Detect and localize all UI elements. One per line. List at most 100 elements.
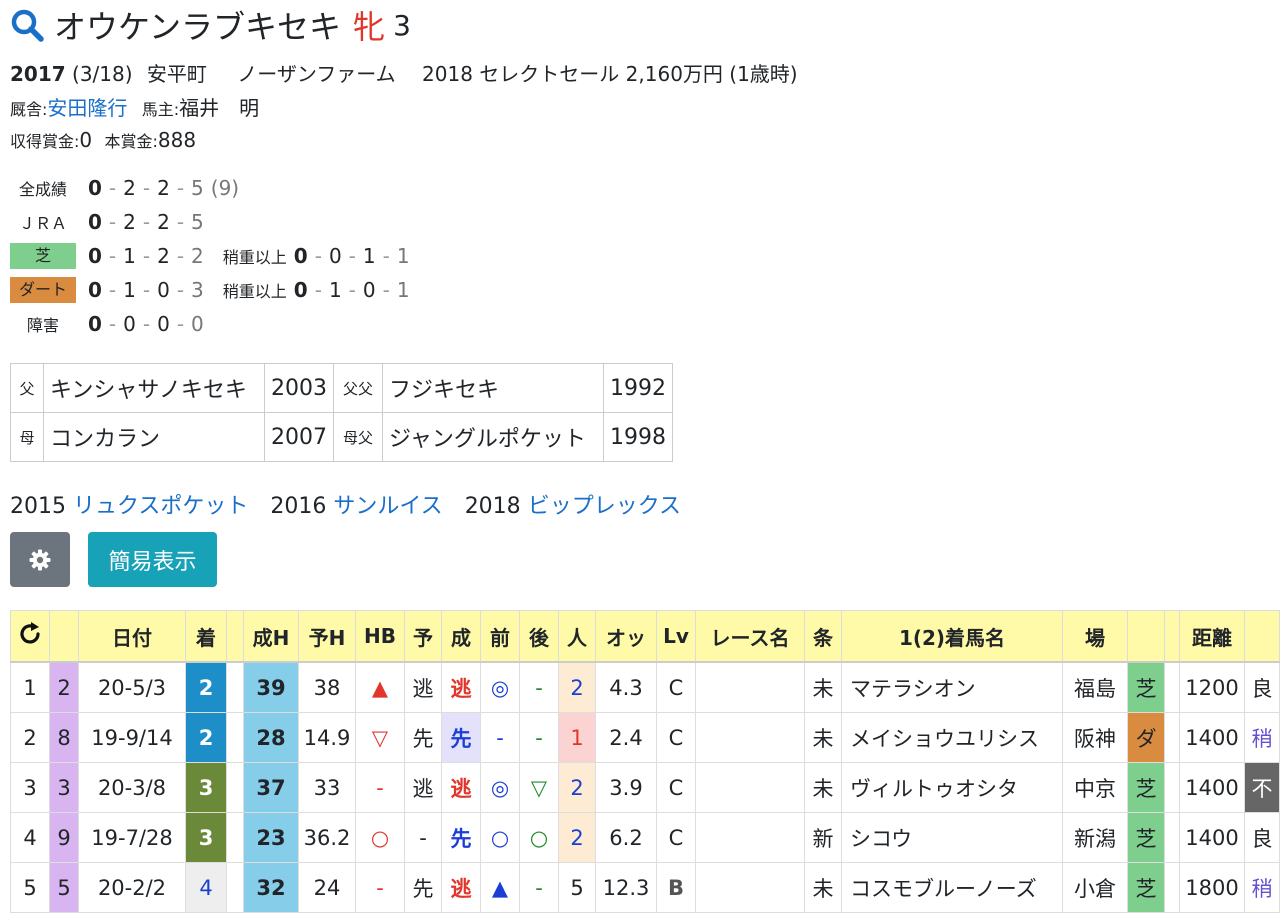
winner-name[interactable]: コスモブルーノーズ xyxy=(841,862,1063,913)
mae-mark: ◎ xyxy=(480,762,520,813)
table-row[interactable]: 3 3 20-3/8 3 37 33 - 逃 逃 ◎ ▽ 2 3.9 C 未 ヴ… xyxy=(10,762,1280,813)
race-name[interactable] xyxy=(695,762,805,813)
sibling-year: 2015 xyxy=(10,494,66,519)
row-number: 5 xyxy=(10,862,50,913)
col-going[interactable] xyxy=(1244,610,1280,663)
finish-position: 2 xyxy=(185,661,227,713)
prize-label: 本賞金: xyxy=(104,132,158,151)
level: C xyxy=(656,762,696,813)
gate-number: 8 xyxy=(49,712,79,763)
settings-button[interactable] xyxy=(10,532,70,587)
table-row[interactable]: 1 2 20-5/3 2 39 38 ▲ 逃 逃 ◎ - 2 4.3 C 未 マ… xyxy=(10,661,1280,713)
blank-cell xyxy=(1164,862,1180,913)
row-number: 4 xyxy=(10,812,50,863)
horse-name: オウケンラブキセキ xyxy=(54,8,342,46)
table-row[interactable]: 2 8 19-9/14 2 28 14.9 ▽ 先 先 - - 1 2.4 C … xyxy=(10,712,1280,763)
table-row[interactable]: 5 5 20-2/2 4 32 24 - 先 逃 ▲ - 5 12.3 B 未 … xyxy=(10,862,1280,913)
race-name[interactable] xyxy=(695,661,805,713)
trainer-link[interactable]: 安田隆行 xyxy=(47,96,127,120)
mae-mark: ▲ xyxy=(480,862,520,913)
pedigree-row-dam: 母 コンカラン 2007 母父 ジャングルポケット 1998 xyxy=(10,412,673,462)
sibling-link[interactable]: リュクスポケット xyxy=(73,494,248,519)
col-odds[interactable]: オッ xyxy=(595,610,657,663)
sibling-link[interactable]: サンルイス xyxy=(333,494,442,519)
gate-number: 2 xyxy=(49,661,79,713)
blank-cell xyxy=(1164,762,1180,813)
record-first: 0 xyxy=(88,312,102,336)
gear-icon xyxy=(29,549,51,570)
odds: 6.2 xyxy=(595,812,657,863)
col-seiH[interactable]: 成H xyxy=(243,610,299,663)
yo-h: 14.9 xyxy=(298,712,356,763)
race-date[interactable]: 20-2/2 xyxy=(78,862,186,913)
col-hb[interactable]: HB xyxy=(355,610,405,663)
sep: - xyxy=(142,278,151,302)
col-yo[interactable]: 予 xyxy=(404,610,442,663)
birth-year: 2017 xyxy=(10,62,66,86)
blank-cell xyxy=(1164,661,1180,713)
col-pop[interactable]: 人 xyxy=(558,610,596,663)
refresh-icon[interactable] xyxy=(17,621,43,647)
search-icon[interactable] xyxy=(10,8,44,42)
col-race[interactable]: レース名 xyxy=(695,610,805,663)
winner-name[interactable]: メイショウユリシス xyxy=(841,712,1063,763)
race-name[interactable] xyxy=(695,812,805,863)
race-name[interactable] xyxy=(695,712,805,763)
race-date[interactable]: 19-7/28 xyxy=(78,812,186,863)
owner-name: 福井 明 xyxy=(179,96,260,120)
horse-sex: 牝 xyxy=(353,8,386,46)
table-row[interactable]: 4 9 19-7/28 3 23 36.2 ○ - 先 ○ ○ 2 6.2 C … xyxy=(10,812,1280,863)
popularity: 2 xyxy=(558,762,596,813)
col-gate[interactable] xyxy=(49,610,79,663)
col-finish[interactable]: 着 xyxy=(185,610,227,663)
row-number: 1 xyxy=(10,661,50,713)
col-place[interactable]: 場 xyxy=(1062,610,1128,663)
record-second: 0 xyxy=(123,312,136,336)
record-sub-label: 稍重以上 xyxy=(222,248,287,267)
sei-style: 先 xyxy=(441,712,481,763)
race-date[interactable]: 20-3/8 xyxy=(78,762,186,813)
odds: 12.3 xyxy=(595,862,657,913)
yo-h: 24 xyxy=(298,862,356,913)
col-mae[interactable]: 前 xyxy=(480,610,520,663)
race-date[interactable]: 20-5/3 xyxy=(78,661,186,713)
race-name[interactable] xyxy=(695,862,805,913)
winner-name[interactable]: ヴィルトゥオシタ xyxy=(841,762,1063,813)
record-third: 2 xyxy=(157,176,170,200)
blank-cell xyxy=(1164,812,1180,863)
sibling-item: 2015 リュクスポケット xyxy=(10,488,248,520)
refresh-header[interactable] xyxy=(10,610,50,663)
record-label: 全成績 xyxy=(18,180,67,199)
distance: 1200 xyxy=(1179,661,1245,713)
sibling-link[interactable]: ビップレックス xyxy=(528,494,681,519)
sep: - xyxy=(382,244,390,268)
record-second: 1 xyxy=(123,244,136,268)
simple-view-button[interactable]: 簡易表示 xyxy=(88,532,217,587)
hb-mark: - xyxy=(355,762,405,813)
sei-style: 逃 xyxy=(441,862,481,913)
sibling-year: 2016 xyxy=(270,494,327,519)
race-date[interactable]: 19-9/14 xyxy=(78,712,186,763)
sire-sire-name: フジキセキ xyxy=(382,363,604,413)
col-ato[interactable]: 後 xyxy=(519,610,559,663)
col-dist[interactable]: 距離 xyxy=(1179,610,1245,663)
col-date[interactable]: 日付 xyxy=(78,610,186,663)
winner-name[interactable]: シコウ xyxy=(841,812,1063,863)
record-label: 障害 xyxy=(26,316,59,335)
col-cond[interactable]: 条 xyxy=(804,610,842,663)
col-lv[interactable]: Lv xyxy=(656,610,696,663)
record-first: 0 xyxy=(88,210,102,234)
record-third: 2 xyxy=(157,244,170,268)
condition: 未 xyxy=(804,862,842,913)
col-blank xyxy=(226,610,244,663)
sep: - xyxy=(348,278,356,302)
col-yoH[interactable]: 予H xyxy=(298,610,356,663)
dam-sire-year: 1998 xyxy=(603,412,673,462)
gate-number: 9 xyxy=(49,812,79,863)
sep: - xyxy=(176,312,185,336)
col-sei[interactable]: 成 xyxy=(441,610,481,663)
sep: - xyxy=(314,244,322,268)
winner-name[interactable]: マテラシオン xyxy=(841,661,1063,713)
col-surface[interactable] xyxy=(1127,610,1165,663)
col-winner[interactable]: 1(2)着馬名 xyxy=(841,610,1063,663)
